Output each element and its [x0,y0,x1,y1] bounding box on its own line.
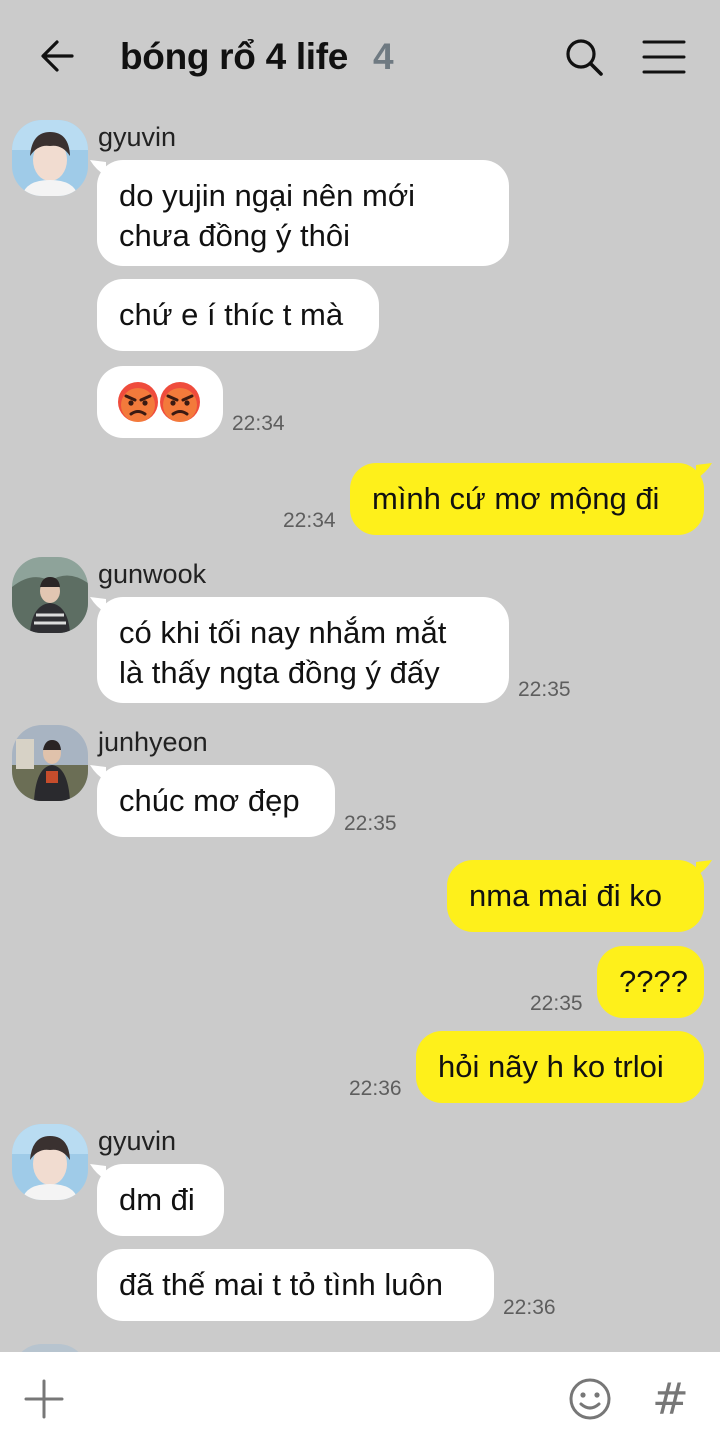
message-text: chứ e í thíc t mà [119,297,344,332]
message-list[interactable]: gyuvin do yujin ngại nên mới chưa đồng ý… [0,116,720,1352]
avatar-junhyeon[interactable] [12,725,88,801]
message-text: chưa đồng ý thôi [119,218,351,253]
message-time: 22:34 [283,509,336,532]
sender-name: gyuvin [98,122,177,152]
message-text: có khi tối nay nhắm mắt [119,615,447,650]
avatar-gyuvin[interactable] [12,1124,88,1200]
angry-face-icon [159,381,201,423]
message-bubble[interactable]: hỏi nãy h ko trloi [416,1031,704,1103]
message-bubble[interactable]: ???? [597,946,704,1018]
message-time: 22:36 [349,1077,402,1100]
message-bubble[interactable]: chúc mơ đẹp [97,765,335,837]
hashtag-button[interactable]: # [652,1374,689,1425]
message-bubble[interactable]: có khi tối nay nhắm mắt là thấy ngta đồn… [97,597,509,703]
input-bar: # [0,1352,720,1456]
message-bubble[interactable]: dm đi [97,1164,224,1236]
message-bubble[interactable]: mình cứ mơ mộng đi [350,463,704,535]
emoji-message-bubble[interactable] [97,366,223,438]
message-text: hỏi nãy h ko trloi [438,1049,664,1084]
message-time: 22:36 [503,1296,556,1319]
message-text: do yujin ngại nên mới [119,178,416,213]
chat-title: bóng rổ 4 life [120,36,349,77]
menu-icon[interactable] [642,38,686,76]
message-bubble[interactable]: đã thế mai t tỏ tình luôn [97,1249,494,1321]
message-text: là thấy ngta đồng ý đấy [119,655,440,690]
member-count: 4 [373,36,394,77]
message-time: 22:35 [530,992,583,1015]
bubble-tail [696,463,712,479]
sender-name: gunwook [98,559,207,589]
message-text: nma mai đi ko [469,878,662,913]
message-text: chúc mơ đẹp [119,783,300,818]
avatar-gunwook[interactable] [12,557,88,633]
search-icon[interactable] [563,36,605,78]
chat-header: bóng rổ 4 life 4 [0,0,720,116]
message-text: mình cứ mơ mộng đi [372,481,660,516]
message-bubble[interactable]: chứ e í thíc t mà [97,279,379,351]
back-arrow-icon[interactable] [38,36,78,76]
avatar-gyuvin[interactable] [12,120,88,196]
smiley-icon[interactable] [568,1377,612,1421]
message-text: dm đi [119,1182,195,1217]
message-text: đã thế mai t tỏ tình luôn [119,1267,443,1302]
avatar-partial[interactable] [12,1344,88,1352]
plus-icon[interactable] [24,1379,64,1419]
message-time: 22:35 [344,812,397,835]
message-text: ???? [619,964,688,999]
sender-name: junhyeon [98,727,208,757]
message-time: 22:35 [518,678,571,701]
message-input[interactable] [80,1372,550,1432]
message-bubble[interactable]: do yujin ngại nên mới chưa đồng ý thôi [97,160,509,266]
angry-face-icon [117,381,159,423]
message-bubble[interactable]: nma mai đi ko [447,860,704,932]
message-time: 22:34 [232,412,285,435]
sender-name: gyuvin [98,1126,177,1156]
bubble-tail [696,860,712,876]
